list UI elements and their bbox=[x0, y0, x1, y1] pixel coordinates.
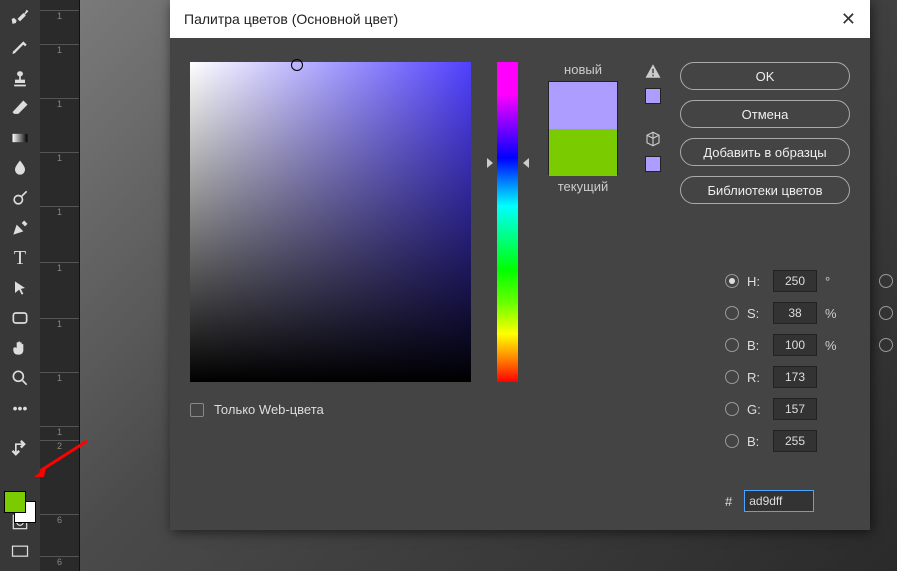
tools-panel: T ••• bbox=[0, 0, 40, 571]
saturation-value-field[interactable] bbox=[190, 62, 471, 382]
current-color-swatch[interactable] bbox=[549, 129, 617, 176]
screenmode-icon[interactable] bbox=[4, 538, 36, 566]
ruler-tick: 6 bbox=[40, 556, 79, 567]
g-input[interactable] bbox=[773, 398, 817, 420]
s-unit: % bbox=[825, 306, 839, 321]
type-icon[interactable]: T bbox=[4, 244, 36, 272]
eyedropper-plus-icon[interactable] bbox=[4, 4, 36, 32]
ruler-tick: 1 bbox=[40, 98, 79, 109]
dialog-titlebar[interactable]: Палитра цветов (Основной цвет) ✕ bbox=[170, 0, 870, 38]
hue-arrow-left-icon bbox=[487, 158, 493, 168]
web-only-label: Только Web-цвета bbox=[214, 402, 324, 417]
bb-radio[interactable] bbox=[725, 434, 739, 448]
ruler-tick: 1 bbox=[40, 152, 79, 163]
blur-icon[interactable] bbox=[4, 154, 36, 182]
hue-arrow-right-icon bbox=[523, 158, 529, 168]
a-radio[interactable] bbox=[879, 306, 893, 320]
cancel-button[interactable]: Отмена bbox=[680, 100, 850, 128]
g-radio[interactable] bbox=[725, 402, 739, 416]
ruler-tick: 1 bbox=[40, 262, 79, 273]
cube-icon[interactable] bbox=[644, 130, 662, 148]
new-label: новый bbox=[548, 62, 618, 77]
r-label: R: bbox=[747, 370, 765, 385]
bv-unit: % bbox=[825, 338, 839, 353]
r-input[interactable] bbox=[773, 366, 817, 388]
eraser-icon[interactable] bbox=[4, 94, 36, 122]
color-picker-dialog: Палитра цветов (Основной цвет) ✕ новый т… bbox=[170, 0, 870, 530]
s-radio[interactable] bbox=[725, 306, 739, 320]
bb-input[interactable] bbox=[773, 430, 817, 452]
new-color-swatch[interactable] bbox=[549, 82, 617, 129]
h-input[interactable] bbox=[773, 270, 817, 292]
bv-input[interactable] bbox=[773, 334, 817, 356]
r-radio[interactable] bbox=[725, 370, 739, 384]
web-only-checkbox[interactable] bbox=[190, 403, 204, 417]
ruler-tick: 1 bbox=[40, 10, 79, 21]
websafe-swatch[interactable] bbox=[645, 156, 661, 172]
h-radio[interactable] bbox=[725, 274, 739, 288]
s-label: S: bbox=[747, 306, 765, 321]
zoom-icon[interactable] bbox=[4, 364, 36, 392]
g-label: G: bbox=[747, 402, 765, 417]
h-label: H: bbox=[747, 274, 765, 289]
color-swatches[interactable] bbox=[4, 491, 40, 531]
current-label: текущий bbox=[548, 179, 618, 194]
ruler-tick: 1 bbox=[40, 372, 79, 383]
foreground-swatch[interactable] bbox=[4, 491, 26, 513]
gamut-swatch[interactable] bbox=[645, 88, 661, 104]
dialog-title: Палитра цветов (Основной цвет) bbox=[184, 11, 398, 27]
ruler-tick: 2 bbox=[40, 440, 79, 451]
hex-label: # bbox=[725, 494, 732, 509]
h-unit: ° bbox=[825, 274, 839, 289]
hue-slider[interactable] bbox=[497, 62, 518, 382]
path-select-icon[interactable] bbox=[4, 274, 36, 302]
vertical-ruler: 1 1 1 1 1 1 1 1 1 2 6 6 bbox=[40, 0, 80, 571]
stamp-icon[interactable] bbox=[4, 64, 36, 92]
color-libraries-button[interactable]: Библиотеки цветов bbox=[680, 176, 850, 204]
swap-colors-icon[interactable] bbox=[4, 436, 36, 464]
bv-label: B: bbox=[747, 338, 765, 353]
s-input[interactable] bbox=[773, 302, 817, 324]
ok-button[interactable]: OK bbox=[680, 62, 850, 90]
brush-icon[interactable] bbox=[4, 34, 36, 62]
color-compare: новый текущий bbox=[548, 62, 618, 382]
more-icon[interactable]: ••• bbox=[4, 394, 36, 422]
hex-input[interactable] bbox=[744, 490, 814, 512]
rectangle-icon[interactable] bbox=[4, 304, 36, 332]
bv-radio[interactable] bbox=[725, 338, 739, 352]
warning-icon[interactable] bbox=[644, 62, 662, 80]
add-to-swatches-button[interactable]: Добавить в образцы bbox=[680, 138, 850, 166]
ruler-tick: 1 bbox=[40, 206, 79, 217]
close-icon[interactable]: ✕ bbox=[841, 9, 856, 30]
dodge-icon[interactable] bbox=[4, 184, 36, 212]
l-radio[interactable] bbox=[879, 274, 893, 288]
gradient-icon[interactable] bbox=[4, 124, 36, 152]
sv-indicator[interactable] bbox=[291, 59, 303, 71]
ruler-tick: 1 bbox=[40, 44, 79, 55]
b-radio[interactable] bbox=[879, 338, 893, 352]
ruler-tick: 1 bbox=[40, 318, 79, 329]
ruler-tick: 1 bbox=[40, 426, 79, 437]
pen-icon[interactable] bbox=[4, 214, 36, 242]
bb-label: B: bbox=[747, 434, 765, 449]
hand-icon[interactable] bbox=[4, 334, 36, 362]
ruler-tick: 6 bbox=[40, 514, 79, 525]
